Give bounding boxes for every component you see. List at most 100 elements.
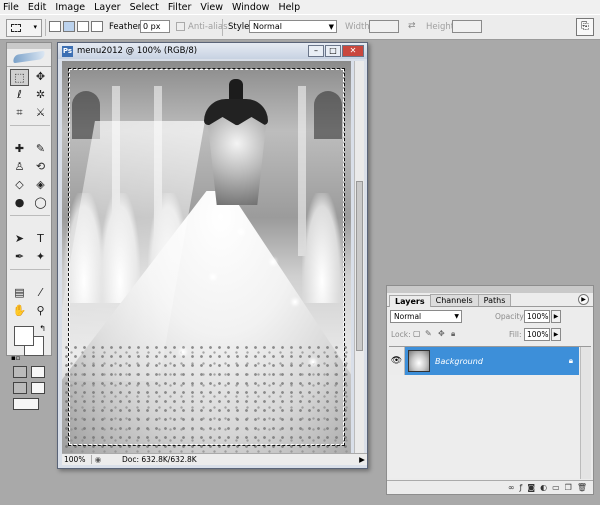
menu-filter[interactable]: Filter (168, 2, 192, 13)
marquee-tool-icon[interactable]: ⬚ (10, 69, 29, 86)
hand-tool-icon[interactable]: ✋ (10, 303, 29, 320)
standard-mode-button[interactable] (13, 366, 27, 378)
blend-row: Normal ▼ Opacity: 100% ▶ (387, 307, 593, 325)
add-selection-button[interactable] (63, 21, 75, 32)
path-selection-tool-icon[interactable]: ➤ (10, 231, 29, 248)
opacity-slider-toggle-icon[interactable]: ▶ (551, 310, 561, 323)
paint-bucket-tool-icon[interactable]: ◈ (31, 177, 50, 194)
pen-tool-icon[interactable]: ✒ (10, 249, 29, 266)
clone-stamp-tool-icon[interactable]: ♙ (10, 159, 29, 176)
slice-tool-icon[interactable]: ⚔ (31, 105, 50, 122)
move-tool-icon[interactable]: ✥ (31, 69, 50, 86)
default-colors-icon[interactable]: ▪▫ (11, 354, 21, 362)
adobe-feather-icon[interactable] (7, 49, 51, 67)
foreground-color-swatch[interactable] (14, 326, 34, 346)
add-mask-icon[interactable]: ◙ (527, 483, 535, 492)
chevron-down-icon: ▼ (454, 313, 459, 320)
feather-label: Feather: (109, 22, 145, 32)
full-screen-menu-button[interactable] (31, 382, 45, 394)
type-tool-icon[interactable]: T (31, 231, 50, 248)
link-layers-icon[interactable]: ∞ (508, 483, 515, 492)
lasso-tool-icon[interactable]: ℓ (10, 87, 29, 104)
brush-tool-icon[interactable]: ✎ (31, 141, 50, 158)
lock-row: Lock: ▢ ✎ ✥ 🔒︎ Fill: 100% ▶ (387, 325, 593, 343)
menu-select[interactable]: Select (130, 2, 159, 13)
layer-row-background[interactable]: 👁︎ Background 🔒︎ (389, 347, 579, 375)
menu-edit[interactable]: Edit (28, 2, 46, 13)
lock-position-icon[interactable]: ✥ (438, 329, 445, 338)
panel-menu-icon[interactable]: ▶ (578, 294, 589, 305)
magic-wand-tool-icon[interactable]: ✲ (31, 87, 50, 104)
eraser-tool-icon[interactable]: ◇ (10, 177, 29, 194)
swap-colors-icon[interactable]: ↰ (39, 324, 46, 333)
opacity-input[interactable]: 100% (524, 310, 550, 323)
selection-modes (49, 21, 103, 32)
rect-marquee-icon (11, 24, 21, 32)
menu-file[interactable]: File (3, 2, 19, 13)
menu-view[interactable]: View (200, 2, 223, 13)
fill-label: Fill: (509, 330, 522, 339)
tool-preset-picker[interactable]: ▾ (6, 19, 42, 37)
tab-channels[interactable]: Channels (429, 294, 479, 306)
subtract-selection-button[interactable] (77, 21, 89, 32)
dodge-tool-icon[interactable]: ◯ (31, 195, 50, 212)
scrollbar-thumb[interactable] (356, 181, 363, 351)
vertical-scrollbar[interactable] (354, 61, 364, 453)
blur-tool-icon[interactable]: ● (10, 195, 29, 212)
canvas[interactable] (62, 61, 351, 453)
new-selection-button[interactable] (49, 21, 61, 32)
healing-brush-tool-icon[interactable]: ✚ (10, 141, 29, 158)
zoom-tool-icon[interactable]: ⚲ (31, 303, 50, 320)
panel-grip[interactable] (387, 286, 593, 293)
crop-tool-icon[interactable]: ⌗ (10, 105, 29, 122)
intersect-selection-button[interactable] (91, 21, 103, 32)
zoom-level[interactable]: 100% (62, 455, 92, 464)
minimize-button[interactable]: – (308, 45, 324, 57)
visibility-eye-icon[interactable]: 👁︎ (389, 347, 405, 375)
status-menu-arrow-icon[interactable]: ▶ (357, 455, 367, 464)
standard-screen-button[interactable] (13, 382, 27, 394)
quick-info-icon[interactable]: ◉ (92, 455, 104, 464)
swap-dimensions-icon[interactable]: ⇄ (408, 21, 416, 31)
palette-well-icon[interactable]: ⎘ (576, 18, 594, 36)
jump-to-imageready-icon[interactable] (13, 398, 39, 410)
shape-tool-icon[interactable]: ✦ (31, 249, 50, 266)
document-title-bar[interactable]: Ps menu2012 @ 100% (RGB/8) – □ ✕ (58, 43, 367, 59)
menu-help[interactable]: Help (278, 2, 300, 13)
style-select[interactable]: Normal ▼ (249, 20, 337, 33)
blend-mode-select[interactable]: Normal ▼ (390, 310, 462, 323)
fill-slider-toggle-icon[interactable]: ▶ (551, 328, 561, 341)
lock-transparency-icon[interactable]: ▢ (413, 329, 421, 338)
lock-label: Lock: (391, 330, 411, 339)
layer-style-icon[interactable]: ƒ (520, 483, 523, 492)
screen-mode-buttons (7, 380, 51, 396)
tab-paths[interactable]: Paths (477, 294, 512, 306)
style-value: Normal (253, 22, 282, 31)
close-button[interactable]: ✕ (342, 45, 364, 57)
maximize-button[interactable]: □ (325, 45, 341, 57)
quick-mask-mode-button[interactable] (31, 366, 45, 378)
width-input[interactable] (369, 20, 399, 33)
menu-layer[interactable]: Layer (94, 2, 121, 13)
antialias-checkbox[interactable] (176, 22, 185, 31)
height-input[interactable] (452, 20, 482, 33)
panel-tabs: Layers Channels Paths ▶ (387, 293, 593, 307)
layers-footer: ∞ ƒ ◙ ◐ ▭ ❐ 🗑︎ (387, 480, 593, 494)
lock-pixels-icon[interactable]: ✎ (425, 329, 432, 338)
notes-tool-icon[interactable]: ▤ (10, 285, 29, 302)
tab-layers[interactable]: Layers (389, 295, 431, 307)
layers-scrollbar[interactable] (580, 347, 591, 479)
menu-window[interactable]: Window (232, 2, 269, 13)
wedding-dress-photo (62, 61, 351, 453)
photoshop-doc-icon: Ps (62, 45, 73, 57)
eyedropper-tool-icon[interactable]: ⁄ (31, 285, 50, 302)
new-group-icon[interactable]: ▭ (552, 483, 560, 492)
fill-input[interactable]: 100% (524, 328, 550, 341)
feather-input[interactable] (140, 20, 170, 33)
history-brush-tool-icon[interactable]: ⟲ (31, 159, 50, 176)
new-layer-icon[interactable]: ❐ (565, 483, 572, 492)
menu-image[interactable]: Image (55, 2, 85, 13)
lock-all-icon[interactable]: 🔒︎ (451, 329, 455, 339)
delete-layer-icon[interactable]: 🗑︎ (577, 483, 587, 492)
adjustment-layer-icon[interactable]: ◐ (540, 483, 547, 492)
